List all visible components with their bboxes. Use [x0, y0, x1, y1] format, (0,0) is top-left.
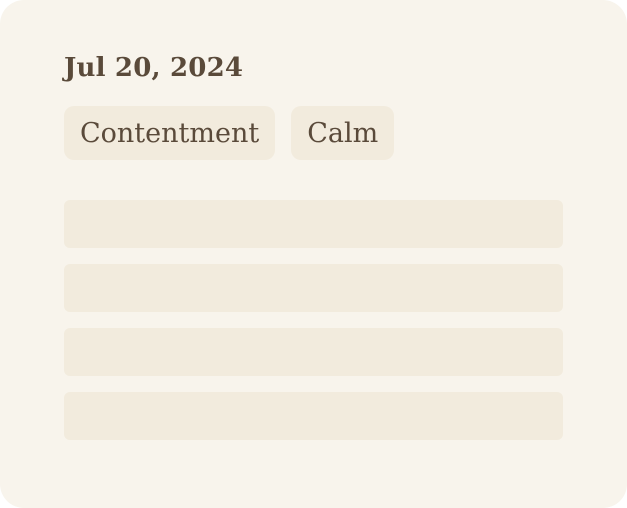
tag-calm[interactable]: Calm [291, 106, 395, 160]
text-placeholder-line [64, 200, 563, 248]
entry-text-placeholder [64, 200, 563, 440]
text-placeholder-line [64, 392, 563, 440]
emotion-tags: Contentment Calm [64, 106, 563, 160]
tag-contentment[interactable]: Contentment [64, 106, 276, 160]
entry-date: Jul 20, 2024 [64, 53, 244, 83]
text-placeholder-line [64, 328, 563, 376]
journal-entry-card[interactable]: Jul 20, 2024 Contentment Calm [0, 0, 627, 508]
text-placeholder-line [64, 264, 563, 312]
